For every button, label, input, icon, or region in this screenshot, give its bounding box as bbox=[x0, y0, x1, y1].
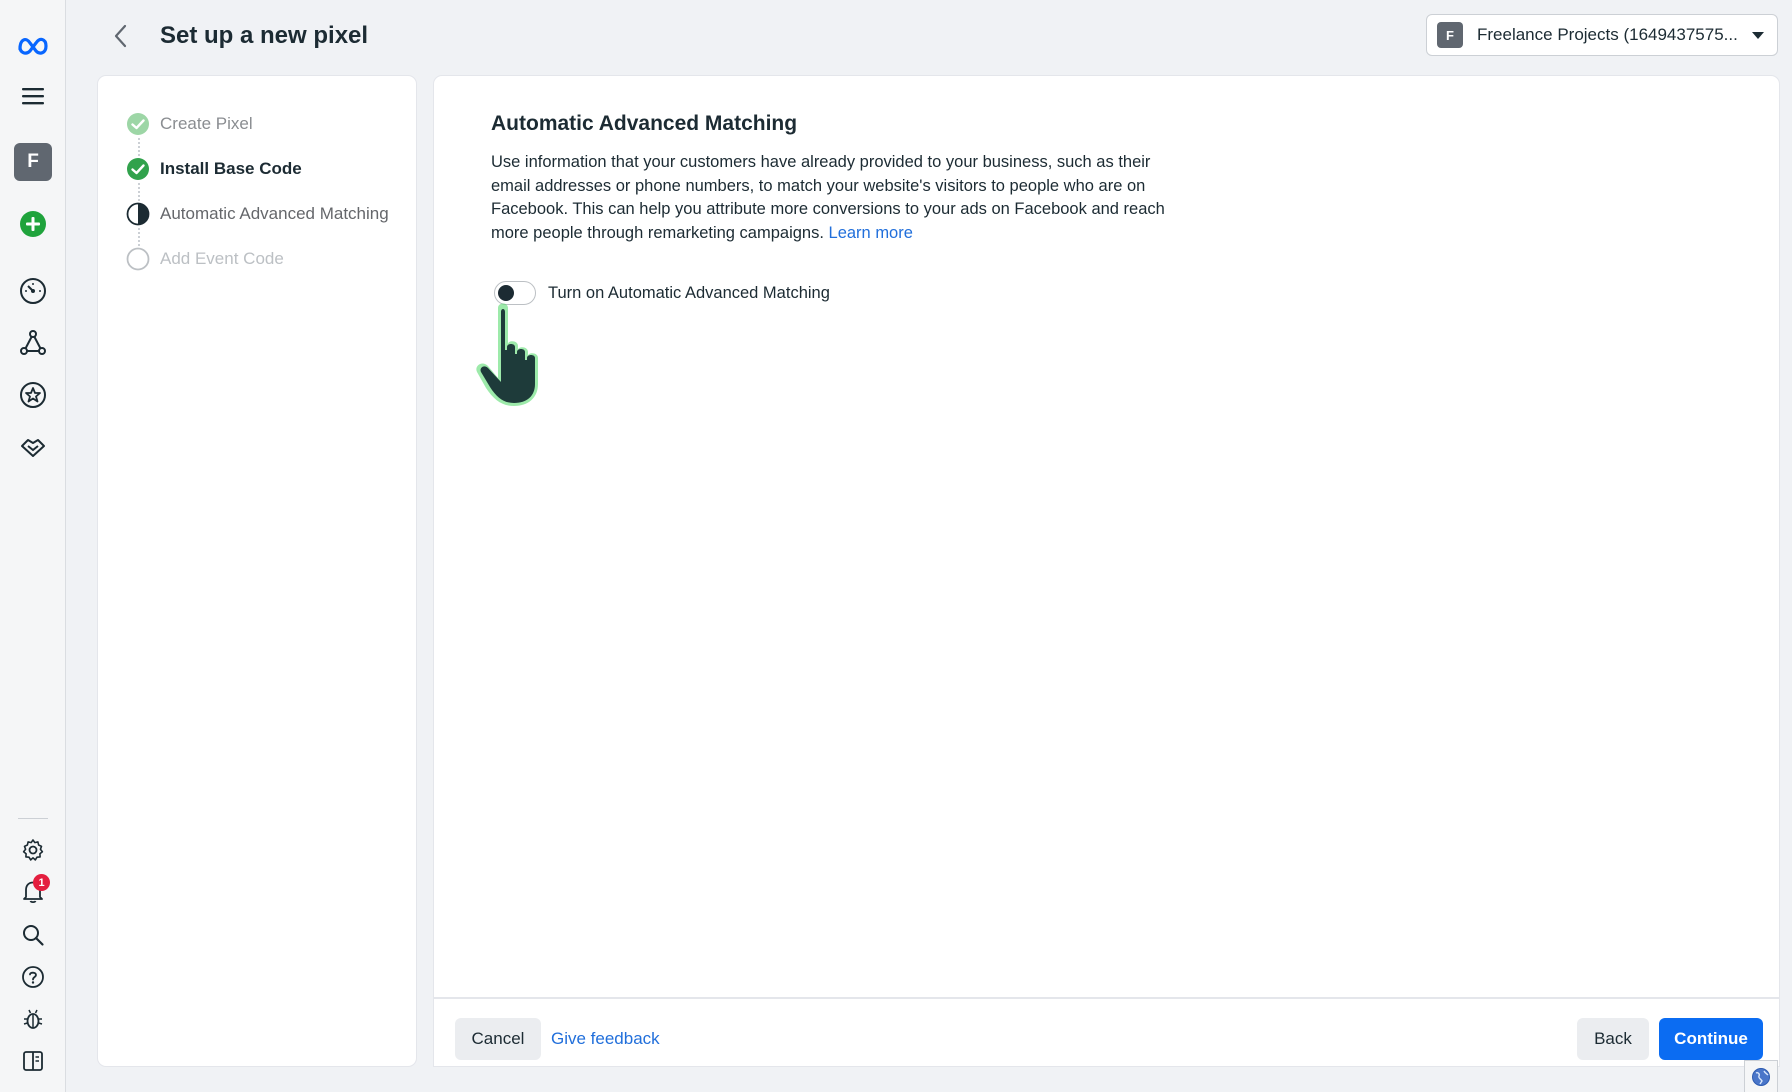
aam-toggle-row: Turn on Automatic Advanced Matching bbox=[494, 281, 830, 305]
account-avatar[interactable]: F bbox=[13, 142, 53, 182]
setup-steps-panel: Create Pixel Install Base Code Automatic… bbox=[98, 76, 416, 1066]
gear-icon[interactable] bbox=[13, 830, 53, 870]
step-install-base-code[interactable]: Install Base Code bbox=[126, 154, 302, 184]
globe-icon[interactable] bbox=[1744, 1060, 1778, 1092]
page-title: Set up a new pixel bbox=[160, 22, 369, 49]
left-nav-rail: F 1 bbox=[0, 0, 66, 1092]
footer-action-bar: Cancel Give feedback Back Continue bbox=[434, 998, 1779, 1066]
sidebar-panel-icon[interactable] bbox=[13, 1041, 53, 1081]
star-badge-icon[interactable] bbox=[13, 375, 53, 415]
help-icon[interactable] bbox=[13, 957, 53, 997]
graph-nodes-icon[interactable] bbox=[13, 323, 53, 363]
aam-toggle-label[interactable]: Turn on Automatic Advanced Matching bbox=[548, 284, 830, 303]
step-label: Create Pixel bbox=[160, 114, 253, 133]
search-icon[interactable] bbox=[13, 915, 53, 955]
learn-more-link[interactable]: Learn more bbox=[829, 224, 913, 242]
rail-divider bbox=[18, 818, 48, 819]
account-selector-dropdown[interactable]: F Freelance Projects (1649437575... bbox=[1426, 14, 1778, 56]
step-label: Install Base Code bbox=[160, 159, 302, 178]
caret-down-icon bbox=[1752, 31, 1764, 39]
step-automatic-advanced-matching[interactable]: Automatic Advanced Matching bbox=[126, 199, 389, 229]
empty-circle-icon bbox=[126, 247, 150, 271]
account-selector-name: Freelance Projects (1649437575... bbox=[1477, 25, 1738, 44]
account-initial: F bbox=[14, 143, 52, 181]
half-circle-progress-icon bbox=[126, 202, 150, 226]
add-icon[interactable] bbox=[13, 204, 53, 244]
dashboard-gauge-icon[interactable] bbox=[13, 271, 53, 311]
section-description: Use information that your customers have… bbox=[491, 151, 1171, 245]
step-label: Automatic Advanced Matching bbox=[160, 204, 389, 223]
continue-button[interactable]: Continue bbox=[1659, 1018, 1763, 1060]
account-selector-avatar: F bbox=[1437, 22, 1463, 48]
back-chevron-icon[interactable] bbox=[104, 18, 136, 54]
bug-icon[interactable] bbox=[13, 999, 53, 1039]
back-button[interactable]: Back bbox=[1577, 1018, 1649, 1060]
step-create-pixel[interactable]: Create Pixel bbox=[126, 109, 253, 139]
toggle-knob bbox=[498, 285, 514, 301]
handshake-icon[interactable] bbox=[13, 427, 53, 467]
check-circle-icon bbox=[127, 113, 149, 135]
notifications-button[interactable]: 1 bbox=[13, 872, 53, 912]
hamburger-menu-icon[interactable] bbox=[13, 76, 53, 116]
section-title: Automatic Advanced Matching bbox=[491, 112, 798, 135]
main-content-card: Automatic Advanced Matching Use informat… bbox=[434, 76, 1779, 998]
meta-logo-icon[interactable] bbox=[13, 25, 53, 65]
give-feedback-link[interactable]: Give feedback bbox=[551, 1029, 660, 1049]
step-label: Add Event Code bbox=[160, 249, 284, 268]
step-add-event-code[interactable]: Add Event Code bbox=[126, 244, 284, 274]
notification-badge: 1 bbox=[33, 874, 50, 891]
aam-toggle-switch[interactable] bbox=[494, 281, 536, 305]
cancel-button[interactable]: Cancel bbox=[455, 1018, 541, 1060]
check-circle-icon bbox=[127, 158, 149, 180]
